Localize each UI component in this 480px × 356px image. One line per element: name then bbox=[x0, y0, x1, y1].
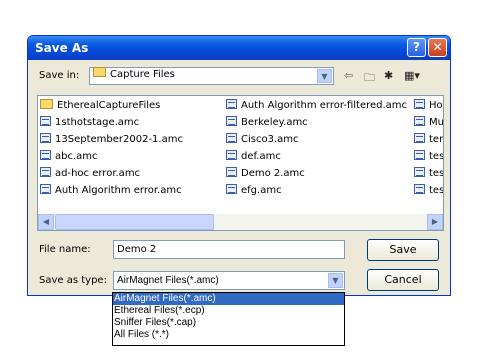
file-item-label: ad-hoc error.amc bbox=[55, 168, 141, 179]
type-option[interactable]: Sniffer Files(*.cap) bbox=[113, 317, 344, 329]
file-item[interactable]: ter bbox=[414, 133, 443, 147]
file-item[interactable]: Cisco3.amc bbox=[226, 133, 299, 147]
file-icon bbox=[40, 184, 51, 194]
cancel-button[interactable]: Cancel bbox=[367, 269, 439, 291]
file-item-label: tes bbox=[429, 168, 444, 179]
chevron-down-icon[interactable]: ▼ bbox=[317, 69, 332, 83]
file-icon bbox=[226, 99, 237, 109]
file-item-label: Cisco3.amc bbox=[241, 134, 299, 145]
type-option[interactable]: Ethereal Files(*.ecp) bbox=[113, 305, 344, 317]
back-arrow-icon[interactable]: ⇦ bbox=[344, 69, 353, 83]
folder-icon bbox=[40, 99, 53, 109]
file-item-label: EtherealCaptureFiles bbox=[57, 100, 161, 111]
file-item[interactable]: Ho bbox=[414, 99, 443, 113]
file-item-label: Auth Algorithm error-filtered.amc bbox=[241, 100, 408, 111]
folder-icon bbox=[93, 67, 106, 77]
file-item-label: 13September2002-1.amc bbox=[55, 134, 183, 145]
file-icon bbox=[226, 184, 237, 194]
file-item-label: tes bbox=[429, 185, 444, 196]
file-icon bbox=[40, 150, 51, 160]
file-icon bbox=[40, 133, 51, 143]
new-folder-icon[interactable]: ✱ bbox=[384, 69, 393, 83]
file-item[interactable]: tes bbox=[414, 150, 444, 164]
scroll-thumb[interactable] bbox=[55, 214, 214, 230]
file-icon bbox=[414, 150, 425, 160]
file-icon bbox=[414, 184, 425, 194]
file-icon bbox=[226, 167, 237, 177]
file-item[interactable]: 1sthotstage.amc bbox=[40, 116, 139, 130]
file-item-label: Berkeley.amc bbox=[241, 117, 308, 128]
file-icon bbox=[414, 99, 425, 109]
save-button[interactable]: Save bbox=[367, 239, 439, 261]
file-name-label: File name: bbox=[39, 244, 91, 255]
chevron-down-icon[interactable]: ▼ bbox=[328, 273, 343, 288]
file-name-input[interactable]: Demo 2 bbox=[113, 240, 345, 259]
file-item-label: Mu bbox=[429, 117, 444, 128]
save-as-dialog: Save As ? ✕ Save in: Capture Files ▼ ⇦ 🗀… bbox=[27, 35, 451, 296]
file-item[interactable]: Auth Algorithm error.amc bbox=[40, 184, 182, 198]
help-button[interactable]: ? bbox=[407, 38, 426, 57]
type-option[interactable]: All Files (*.*) bbox=[113, 329, 344, 341]
file-icon bbox=[226, 133, 237, 143]
window-title: Save As bbox=[35, 41, 89, 55]
file-icon bbox=[40, 167, 51, 177]
file-item-label: Auth Algorithm error.amc bbox=[55, 185, 182, 196]
file-item-label: abc.amc bbox=[55, 151, 98, 162]
type-dropdown-list[interactable]: AirMagnet Files(*.amc) Ethereal Files(*.… bbox=[112, 292, 345, 346]
file-icon bbox=[414, 167, 425, 177]
file-item[interactable]: 13September2002-1.amc bbox=[40, 133, 183, 147]
file-item[interactable]: Berkeley.amc bbox=[226, 116, 308, 130]
save-in-label: Save in: bbox=[39, 70, 80, 81]
up-folder-icon[interactable]: 🗀 bbox=[364, 69, 375, 84]
save-as-type-combo[interactable]: AirMagnet Files(*.amc) ▼ bbox=[113, 271, 345, 290]
file-item[interactable]: efg.amc bbox=[226, 184, 282, 198]
save-in-combo[interactable]: Capture Files ▼ bbox=[89, 67, 334, 85]
file-item[interactable]: Auth Algorithm error-filtered.amc bbox=[226, 99, 407, 113]
file-item-label: Ho bbox=[429, 100, 443, 111]
file-icon bbox=[226, 150, 237, 160]
file-item[interactable]: tes bbox=[414, 167, 444, 181]
scroll-right-icon[interactable]: ▶ bbox=[427, 214, 443, 230]
file-item[interactable]: abc.amc bbox=[40, 150, 98, 164]
file-item-label: ter bbox=[429, 134, 444, 145]
file-item[interactable]: def.amc bbox=[226, 150, 281, 164]
file-item[interactable]: EtherealCaptureFiles bbox=[40, 99, 160, 113]
file-name-value: Demo 2 bbox=[117, 244, 157, 255]
scroll-left-icon[interactable]: ◀ bbox=[38, 214, 54, 230]
file-item-label: Demo 2.amc bbox=[241, 168, 305, 179]
views-menu-icon[interactable]: ▦▾ bbox=[404, 69, 420, 83]
horizontal-scrollbar[interactable]: ◀ ▶ bbox=[38, 214, 443, 230]
title-bar[interactable]: Save As ? ✕ bbox=[28, 36, 450, 60]
save-as-type-label: Save as type: bbox=[39, 275, 107, 286]
file-item[interactable]: tes bbox=[414, 184, 444, 198]
type-option[interactable]: AirMagnet Files(*.amc) bbox=[113, 293, 344, 305]
file-item[interactable]: ad-hoc error.amc bbox=[40, 167, 140, 181]
file-item-label: 1sthotstage.amc bbox=[55, 117, 140, 128]
file-icon bbox=[414, 133, 425, 143]
file-item-label: efg.amc bbox=[241, 185, 282, 196]
file-item-label: tes bbox=[429, 151, 444, 162]
file-item[interactable]: Demo 2.amc bbox=[226, 167, 305, 181]
file-icon bbox=[226, 116, 237, 126]
file-item[interactable]: Mu bbox=[414, 116, 444, 130]
save-in-value: Capture Files bbox=[110, 69, 175, 80]
save-as-type-value: AirMagnet Files(*.amc) bbox=[117, 275, 219, 286]
file-icon bbox=[414, 116, 425, 126]
file-item-label: def.amc bbox=[241, 151, 281, 162]
file-icon bbox=[40, 116, 51, 126]
file-list[interactable]: ◀ ▶ EtherealCaptureFiles 1sthotstage.amc 1… bbox=[37, 95, 444, 231]
close-button[interactable]: ✕ bbox=[428, 38, 447, 57]
